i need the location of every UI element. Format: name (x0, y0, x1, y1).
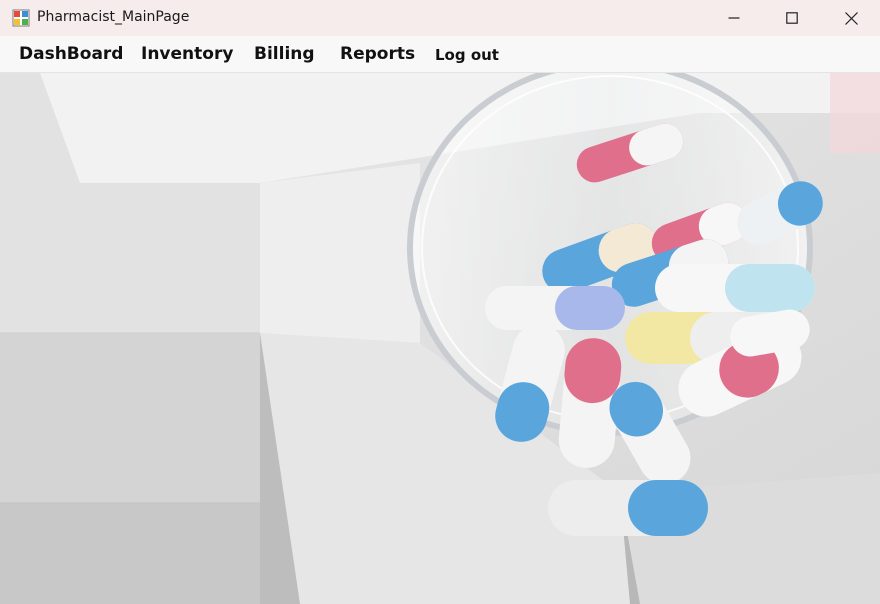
menu-bar: DashBoard Inventory Billing Reports Log … (0, 36, 880, 73)
menu-item-inventory[interactable]: Inventory (141, 44, 233, 64)
pharmacy-background-image (0, 73, 880, 604)
windows-form-icon (12, 9, 30, 27)
menu-item-reports[interactable]: Reports (340, 44, 415, 64)
minimize-icon (728, 17, 740, 19)
menu-item-dashboard[interactable]: DashBoard (19, 44, 123, 64)
maximize-button[interactable] (763, 0, 821, 36)
menu-item-log-out[interactable]: Log out (435, 46, 499, 64)
minimize-button[interactable] (705, 0, 763, 36)
pills-spilling-from-glass-jar (0, 73, 880, 604)
close-icon (844, 11, 858, 25)
title-bar: Pharmacist_MainPage (0, 0, 880, 36)
menu-item-billing[interactable]: Billing (254, 44, 315, 64)
maximize-icon (786, 12, 798, 24)
window-title: Pharmacist_MainPage (37, 9, 190, 25)
close-button[interactable] (822, 0, 880, 36)
